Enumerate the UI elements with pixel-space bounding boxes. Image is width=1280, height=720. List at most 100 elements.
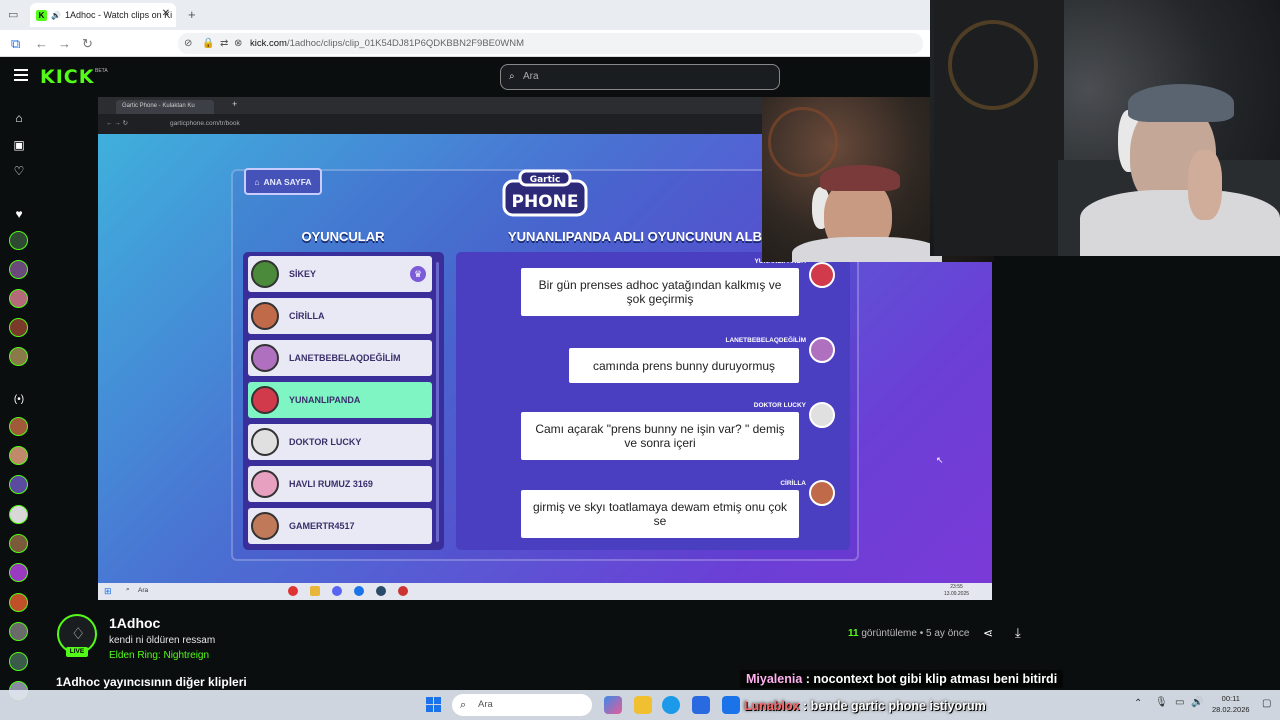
workspace-icon[interactable]: ⧉ bbox=[11, 36, 20, 52]
followed-channel-avatar[interactable] bbox=[9, 347, 28, 366]
url-path: /1adhoc/clips/clip_01K54DJ81P6QDKBBN2F9B… bbox=[286, 38, 525, 49]
player-item[interactable]: CİRİLLA bbox=[248, 298, 432, 334]
entry-avatar bbox=[809, 402, 835, 428]
tab-actions-icon[interactable]: ▭ bbox=[8, 8, 18, 21]
edge-icon[interactable] bbox=[662, 696, 680, 714]
category-link[interactable]: Elden Ring: Nightreign bbox=[109, 650, 209, 661]
entry-text: girmiş ve skyı toatlamaya dewam etmiş on… bbox=[521, 490, 799, 538]
kick-logo[interactable]: KICK bbox=[40, 66, 94, 88]
chat-username: Lunablox bbox=[744, 699, 800, 713]
close-tab-icon[interactable]: ✕ bbox=[162, 8, 170, 19]
following-icon[interactable]: ♡ bbox=[11, 164, 27, 180]
share-icon[interactable]: ⋖ bbox=[983, 626, 993, 640]
album-panel: YUNANLIPANDA Bir gün prenses adhoc yatağ… bbox=[456, 252, 850, 550]
recommended-channel-avatar[interactable] bbox=[9, 475, 28, 494]
lock-icon[interactable]: 🔒 bbox=[202, 33, 214, 54]
windows-taskbar: ⌕ Ara ⌃ 🎙 ▭ 🔊 00:11 28.02.2026 ▢ bbox=[0, 690, 1280, 720]
browse-icon[interactable]: ▣ bbox=[11, 138, 27, 154]
stream-app-icon bbox=[332, 586, 342, 596]
permissions-icon[interactable]: ⇄ bbox=[220, 33, 228, 54]
stream-search-icon: ⌕ bbox=[126, 586, 130, 593]
file-explorer-icon[interactable] bbox=[634, 696, 652, 714]
recommended-channel-avatar[interactable] bbox=[9, 505, 28, 524]
player-item[interactable]: DOKTOR LUCKY bbox=[248, 424, 432, 460]
player-item-selected[interactable]: YUNANLIPANDA bbox=[248, 382, 432, 418]
home-button[interactable]: ⌂ ANA SAYFA bbox=[244, 168, 322, 195]
stream-url: garticphone.com/tr/book bbox=[170, 120, 240, 127]
player-name: YUNANLIPANDA bbox=[289, 395, 361, 405]
followed-channel-avatar[interactable] bbox=[9, 289, 28, 308]
views-label: görüntüleme bbox=[861, 628, 917, 639]
address-field[interactable]: ⊘ 🔒 ⇄ ⊗ kick.com/1adhoc/clips/clip_01K54… bbox=[178, 33, 923, 54]
player-item[interactable]: SİKEY ♛ bbox=[248, 256, 432, 292]
gartic-phone-logo: Gartic PHONE bbox=[502, 169, 588, 217]
download-icon[interactable]: ⤓ bbox=[1015, 625, 1021, 641]
player-avatar bbox=[251, 386, 279, 414]
followed-channel-avatar[interactable] bbox=[9, 260, 28, 279]
recommended-channel-avatar[interactable] bbox=[9, 563, 28, 582]
stream-time: 23:55 bbox=[950, 584, 963, 590]
sidebar: ⌂ ▣ ♡ ♥ (•) bbox=[0, 97, 38, 700]
recommended-channel-avatar[interactable] bbox=[9, 593, 28, 612]
kick-favicon-icon: K bbox=[36, 9, 47, 21]
stream-app-icon bbox=[398, 586, 408, 596]
recommended-channel-avatar[interactable] bbox=[9, 417, 28, 436]
streamer-name[interactable]: 1Adhoc bbox=[109, 615, 160, 631]
recommended-channel-avatar[interactable] bbox=[9, 534, 28, 553]
browser-toolbar: ⧉ ← → ↻ ⊘ 🔒 ⇄ ⊗ kick.com/1adhoc/clips/cl… bbox=[0, 30, 930, 57]
stream-tab-title: Gartic Phone - Kulaktan Ku bbox=[122, 103, 195, 109]
stream-date: 13.09.2025 bbox=[944, 591, 970, 597]
menu-icon[interactable] bbox=[14, 69, 28, 81]
views-count: 11 bbox=[848, 628, 859, 639]
home-icon: ⌂ bbox=[254, 176, 260, 187]
entry-avatar bbox=[809, 480, 835, 506]
search-icon: ⌕ bbox=[509, 71, 515, 82]
player-name: HAVLI RUMUZ 3169 bbox=[289, 479, 373, 489]
player-name: GAMERTR4517 bbox=[289, 521, 355, 531]
mute-icon[interactable]: ⊗ bbox=[234, 33, 242, 54]
tray-chevron-icon[interactable]: ⌃ bbox=[1134, 698, 1142, 709]
stream-new-tab-icon: + bbox=[232, 99, 238, 109]
network-icon[interactable]: ▭ bbox=[1175, 697, 1184, 708]
tracking-icon[interactable]: ⊘ bbox=[184, 33, 192, 54]
followed-channel-avatar[interactable] bbox=[9, 318, 28, 337]
taskbar-search-icon: ⌕ bbox=[460, 699, 467, 711]
poster-art bbox=[948, 20, 1038, 110]
start-icon[interactable] bbox=[426, 697, 441, 712]
new-tab-icon[interactable]: + bbox=[188, 7, 196, 22]
stream-clock: 23:55 13.09.2025 bbox=[944, 584, 969, 598]
taskbar-search[interactable]: ⌕ Ara bbox=[452, 694, 592, 716]
microphone-icon[interactable]: 🎙 bbox=[1155, 697, 1168, 708]
search-input[interactable]: ⌕ Ara bbox=[500, 64, 780, 90]
speaker-icon[interactable]: 🔊 bbox=[51, 11, 61, 20]
forward-icon[interactable]: → bbox=[58, 36, 71, 51]
chat-text: : nocontext bot gibi klip atması beni bi… bbox=[805, 672, 1058, 686]
stream-taskbar: ⊞ ⌕ Ara 23:55 13.09.2025 bbox=[98, 583, 992, 600]
notification-icon[interactable]: ▢ bbox=[1262, 698, 1271, 709]
player-item[interactable]: HAVLI RUMUZ 3169 bbox=[248, 466, 432, 502]
live-channels-icon: (•) bbox=[13, 394, 25, 405]
player-item[interactable]: LANETBEBELAQDEĞİLİM bbox=[248, 340, 432, 376]
browser-tab-active[interactable]: K 🔊 1Adhoc - Watch clips on Ki ✕ bbox=[30, 3, 176, 27]
taskbar-clock[interactable]: 00:11 28.02.2026 bbox=[1212, 693, 1250, 715]
players-heading: OYUNCULAR bbox=[301, 229, 385, 244]
back-icon[interactable]: ← bbox=[35, 36, 48, 51]
players-list: SİKEY ♛ CİRİLLA LANETBEBELAQDEĞİLİM YUNA… bbox=[243, 252, 444, 550]
avatar-logo-icon: ♢ bbox=[71, 626, 86, 643]
store-icon[interactable] bbox=[692, 696, 710, 714]
reload-icon[interactable]: ↻ bbox=[82, 36, 93, 52]
followed-channel-avatar[interactable] bbox=[9, 231, 28, 250]
copilot-icon[interactable] bbox=[604, 696, 622, 714]
mail-icon[interactable] bbox=[722, 696, 740, 714]
players-scrollbar[interactable] bbox=[436, 262, 439, 542]
stream-app-icon bbox=[354, 586, 364, 596]
chat-message: Miyalenia : nocontext bot gibi klip atma… bbox=[740, 670, 1064, 688]
player-item[interactable]: GAMERTR4517 bbox=[248, 508, 432, 544]
recommended-channel-avatar[interactable] bbox=[9, 622, 28, 641]
player-avatar bbox=[251, 302, 279, 330]
entry-text: Bir gün prenses adhoc yatağından kalkmış… bbox=[521, 268, 799, 316]
recommended-channel-avatar[interactable] bbox=[9, 446, 28, 465]
recommended-channel-avatar[interactable] bbox=[9, 652, 28, 671]
home-icon[interactable]: ⌂ bbox=[11, 111, 27, 127]
volume-icon[interactable]: 🔊 bbox=[1191, 697, 1203, 708]
